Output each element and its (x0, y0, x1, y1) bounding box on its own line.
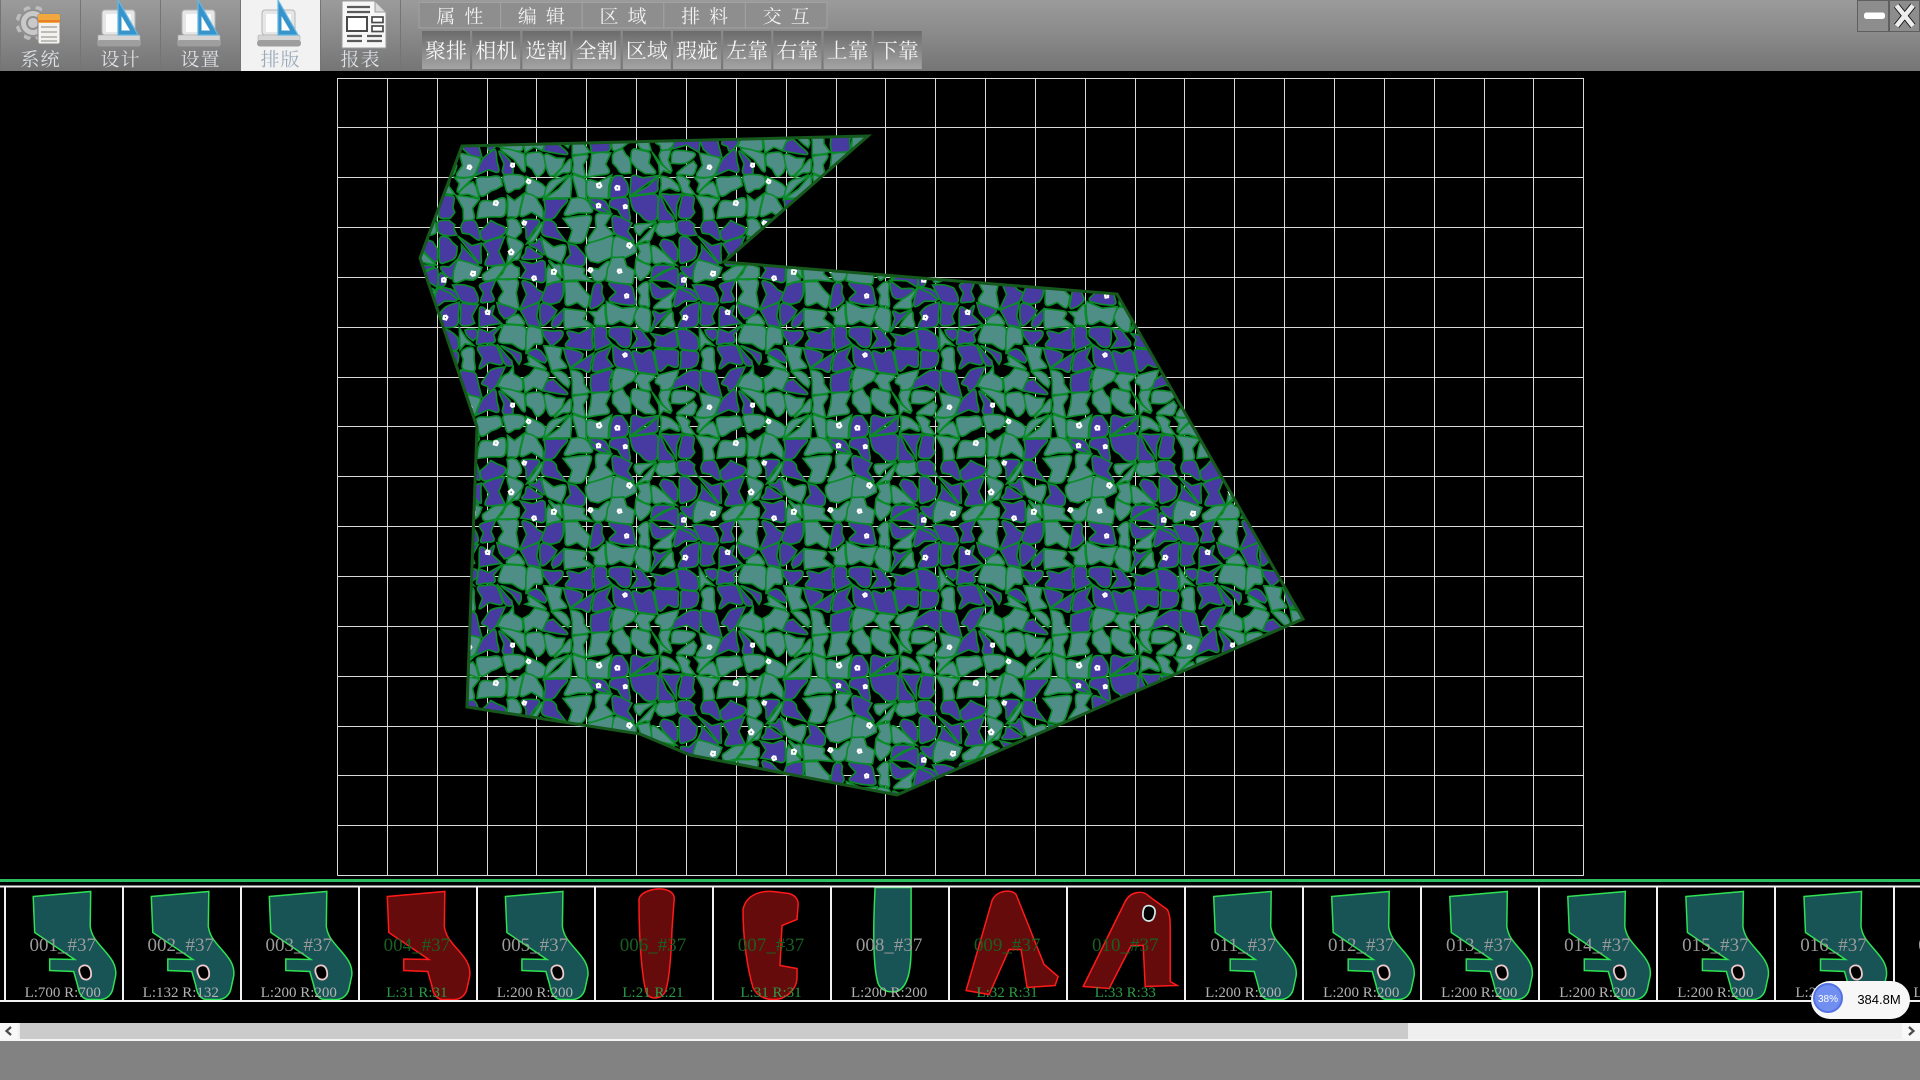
svg-text:L:21 R:21: L:21 R:21 (622, 985, 683, 1001)
svg-text:009_#37: 009_#37 (974, 935, 1041, 956)
svg-text:L:200 R:200: L:200 R:200 (1323, 985, 1399, 1001)
svg-text:016_#37: 016_#37 (1800, 935, 1867, 956)
svg-text:001_#37: 001_#37 (29, 935, 96, 956)
svg-text:004_#37: 004_#37 (384, 935, 451, 956)
svg-text:015_#37: 015_#37 (1682, 935, 1749, 956)
svg-text:L:33 R:33: L:33 R:33 (1095, 985, 1156, 1001)
svg-text:L:200 R:200: L:200 R:200 (261, 985, 337, 1001)
svg-text:010_#37: 010_#37 (1092, 935, 1159, 956)
svg-text:013_#37: 013_#37 (1446, 935, 1513, 956)
svg-text:L:200 R:200: L:200 R:200 (497, 985, 573, 1001)
svg-text:014_#37: 014_#37 (1564, 935, 1631, 956)
svg-text:L:132 R:132: L:132 R:132 (143, 985, 219, 1001)
svg-text:007_#37: 007_#37 (738, 935, 805, 956)
svg-text:L:700 R:700: L:700 R:700 (25, 985, 101, 1001)
svg-text:002_#37: 002_#37 (148, 935, 215, 956)
svg-text:L:200 R:200: L:200 R:200 (1913, 985, 1920, 1001)
svg-text:003_#37: 003_#37 (266, 935, 333, 956)
svg-text:L:200 R:200: L:200 R:200 (1677, 985, 1753, 1001)
svg-text:011_#37: 011_#37 (1210, 935, 1276, 956)
svg-text:012_#37: 012_#37 (1328, 935, 1395, 956)
svg-text:L:31 R:31: L:31 R:31 (740, 985, 801, 1001)
svg-text:L:200 R:200: L:200 R:200 (1205, 985, 1281, 1001)
svg-text:L:200 R:200: L:200 R:200 (1441, 985, 1517, 1001)
svg-text:L:31 R:31: L:31 R:31 (386, 985, 447, 1001)
svg-text:L:32 R:31: L:32 R:31 (976, 985, 1037, 1001)
svg-text:L:200 R:200: L:200 R:200 (1559, 985, 1635, 1001)
svg-text:005_#37: 005_#37 (502, 935, 569, 956)
svg-text:L:200 R:200: L:200 R:200 (851, 985, 927, 1001)
svg-text:008_#37: 008_#37 (856, 935, 923, 956)
svg-text:006_#37: 006_#37 (620, 935, 687, 956)
